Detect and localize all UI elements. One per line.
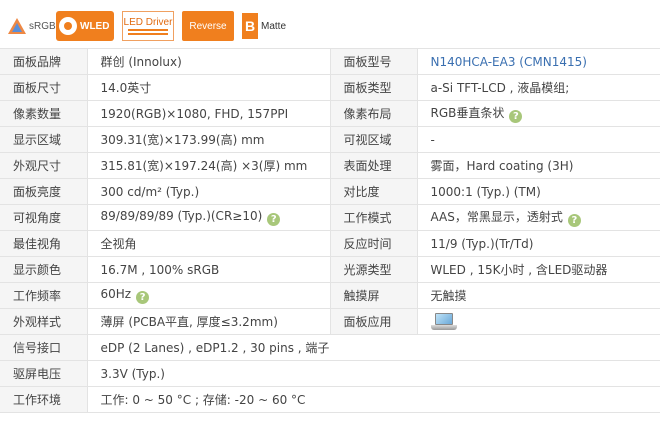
- laptop-icon: [430, 312, 457, 332]
- spec-label: 工作环境: [0, 386, 87, 413]
- question-circle-icon[interactable]: ?: [509, 110, 523, 123]
- color-triangle-icon: [8, 18, 26, 34]
- spec-table: 面板品牌 群创 (Innolux) 面板型号 N140HCA-EA3 (CMN1…: [0, 48, 660, 413]
- spec-value: 3.3V (Typ.): [86, 360, 660, 387]
- spec-value-cell: 89/89/89/89 (Typ.)(CR≥10)?: [86, 204, 331, 231]
- spec-value: WLED , 15K小时 , 含LED驱动器: [416, 256, 660, 283]
- spec-value-cell: [416, 308, 660, 335]
- table-row: 信号接口 eDP (2 Lanes) , eDP1.2 , 30 pins , …: [0, 334, 660, 361]
- spec-label: 触摸屏: [330, 282, 417, 309]
- spec-value: RGB垂直条状: [430, 106, 505, 120]
- spec-value: 16.7M , 100% sRGB: [86, 256, 331, 283]
- question-circle-icon[interactable]: ?: [136, 291, 150, 304]
- spec-value: a-Si TFT-LCD , 液晶模组;: [416, 74, 660, 101]
- spec-label: 面板类型: [330, 74, 417, 101]
- spec-label: 面板亮度: [0, 178, 87, 205]
- spec-value: eDP (2 Lanes) , eDP1.2 , 30 pins , 端子: [86, 334, 660, 361]
- spec-label: 光源类型: [330, 256, 417, 283]
- spec-value: 315.81(宽)×197.24(高) ×3(厚) mm: [86, 152, 331, 179]
- spec-value: 无触摸: [416, 282, 660, 309]
- srgb-badge: sRGB: [8, 11, 56, 41]
- spec-label: 可视角度: [0, 204, 87, 231]
- table-row: 外观尺寸 315.81(宽)×197.24(高) ×3(厚) mm 表面处理 雾…: [0, 152, 660, 179]
- reverse-badge-label: Reverse: [189, 20, 227, 32]
- spec-label: 显示区域: [0, 126, 87, 153]
- spec-label: 像素布局: [330, 100, 417, 127]
- table-row: 面板品牌 群创 (Innolux) 面板型号 N140HCA-EA3 (CMN1…: [0, 48, 660, 75]
- spec-value: 11/9 (Typ.)(Tr/Td): [416, 230, 660, 257]
- spec-value: 工作: 0 ~ 50 °C ; 存储: -20 ~ 60 °C: [86, 386, 660, 413]
- spec-value: 群创 (Innolux): [86, 48, 331, 75]
- spec-label: 面板尺寸: [0, 74, 87, 101]
- spec-value: 89/89/89/89 (Typ.)(CR≥10): [100, 209, 263, 223]
- spec-label: 工作模式: [330, 204, 417, 231]
- question-circle-icon[interactable]: ?: [567, 214, 581, 227]
- spec-value-cell: AAS，常黑显示，透射式?: [416, 204, 660, 231]
- panel-model-link[interactable]: N140HCA-EA3 (CMN1415): [416, 48, 660, 75]
- led-driver-badge: LED Driver: [122, 11, 174, 41]
- matte-badge: B Matte: [242, 11, 294, 41]
- table-row: 工作频率 60Hz? 触摸屏 无触摸: [0, 282, 660, 309]
- spec-label: 显示颜色: [0, 256, 87, 283]
- table-row: 工作环境 工作: 0 ~ 50 °C ; 存储: -20 ~ 60 °C: [0, 386, 660, 413]
- question-circle-icon[interactable]: ?: [267, 213, 281, 226]
- spec-label: 表面处理: [330, 152, 417, 179]
- table-row: 驱屏电压 3.3V (Typ.): [0, 360, 660, 387]
- spec-value: 全视角: [86, 230, 331, 257]
- spec-value: -: [416, 126, 660, 153]
- spec-label: 信号接口: [0, 334, 87, 361]
- table-row: 可视角度 89/89/89/89 (Typ.)(CR≥10)? 工作模式 AAS…: [0, 204, 660, 231]
- table-row: 最佳视角 全视角 反应时间 11/9 (Typ.)(Tr/Td): [0, 230, 660, 257]
- spec-value: 1920(RGB)×1080, FHD, 157PPI: [86, 100, 331, 127]
- spec-value: 雾面，Hard coating (3H): [416, 152, 660, 179]
- driver-bar-icon: [128, 29, 168, 35]
- spec-value: 300 cd/m² (Typ.): [86, 178, 331, 205]
- spec-value: 14.0英寸: [86, 74, 331, 101]
- wled-badge-label: WLED: [80, 20, 110, 32]
- table-row: 显示区域 309.31(宽)×173.99(高) mm 可视区域 -: [0, 126, 660, 153]
- spec-value: 1000:1 (Typ.) (TM): [416, 178, 660, 205]
- spec-value: 薄屏 (PCBA平直, 厚度≤3.2mm): [86, 308, 331, 335]
- spec-value-cell: 60Hz?: [86, 282, 331, 309]
- matte-letter-icon: B: [242, 13, 258, 39]
- led-driver-badge-label: LED Driver: [123, 17, 173, 28]
- feature-badges: sRGB WLED LED Driver Reverse B Matte: [8, 10, 294, 42]
- spec-value: 309.31(宽)×173.99(高) mm: [86, 126, 331, 153]
- spec-label: 像素数量: [0, 100, 87, 127]
- table-row: 像素数量 1920(RGB)×1080, FHD, 157PPI 像素布局 RG…: [0, 100, 660, 127]
- spec-label: 最佳视角: [0, 230, 87, 257]
- reverse-badge: Reverse: [182, 11, 234, 41]
- spec-label: 工作频率: [0, 282, 87, 309]
- spec-label: 可视区域: [330, 126, 417, 153]
- table-row: 面板尺寸 14.0英寸 面板类型 a-Si TFT-LCD , 液晶模组;: [0, 74, 660, 101]
- spec-label: 外观尺寸: [0, 152, 87, 179]
- matte-badge-label: Matte: [261, 20, 287, 32]
- srgb-badge-label: sRGB: [29, 20, 56, 32]
- spec-label: 对比度: [330, 178, 417, 205]
- table-row: 面板亮度 300 cd/m² (Typ.) 对比度 1000:1 (Typ.) …: [0, 178, 660, 205]
- spec-label: 反应时间: [330, 230, 417, 257]
- spec-label: 面板品牌: [0, 48, 87, 75]
- spec-value: 60Hz: [100, 287, 132, 301]
- spec-label: 面板应用: [330, 308, 417, 335]
- wled-badge: WLED: [56, 11, 114, 41]
- table-row: 外观样式 薄屏 (PCBA平直, 厚度≤3.2mm) 面板应用: [0, 308, 660, 335]
- table-row: 显示颜色 16.7M , 100% sRGB 光源类型 WLED , 15K小时…: [0, 256, 660, 283]
- spec-label: 外观样式: [0, 308, 87, 335]
- led-icon: [59, 17, 77, 35]
- spec-label: 面板型号: [330, 48, 417, 75]
- spec-label: 驱屏电压: [0, 360, 87, 387]
- spec-value: AAS，常黑显示，透射式: [430, 210, 563, 224]
- spec-value-cell: RGB垂直条状?: [416, 100, 660, 127]
